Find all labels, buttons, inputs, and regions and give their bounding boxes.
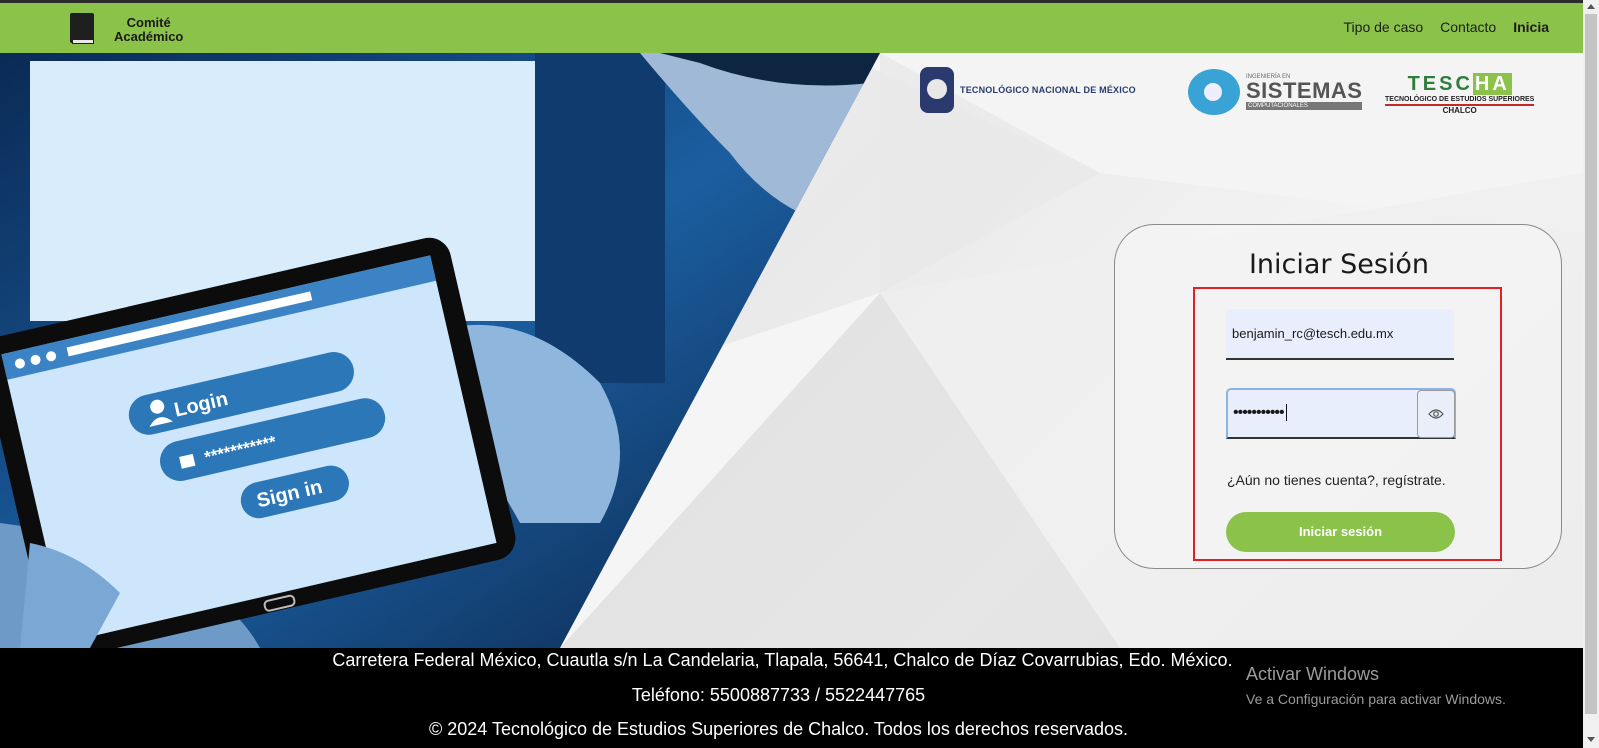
signup-link[interactable]: ¿Aún no tienes cuenta?, regístrate. [1227,472,1446,488]
brand-line-1: Comité [126,14,171,30]
login-title: Iniciar Sesión [1248,249,1430,280]
email-field[interactable]: benjamin_rc@tesch.edu.mx [1226,309,1454,360]
sistemas-gear-icon [1188,69,1240,115]
brand-name: Comité Académico [114,14,184,44]
scroll-down-icon[interactable] [1587,737,1595,742]
login-card: Iniciar Sesión benjamin_rc@tesch.edu.mx … [1114,224,1562,569]
login-form-highlight: benjamin_rc@tesch.edu.mx ••••••••••• ¿Aú… [1193,287,1502,561]
login-submit-button[interactable]: Iniciar sesión [1226,512,1455,552]
scroll-thumb[interactable] [1585,14,1597,714]
tecnm-gear-icon [920,67,954,113]
tescha-logo-name: TESC HA [1407,73,1512,95]
navbar: Comité Académico Tipo de caso Contacto I… [0,3,1583,53]
tescha-logo-line2: TECNOLÓGICO DE ESTUDIOS SUPERIORES [1385,96,1535,106]
windows-activation-watermark: Activar Windows Ve a Configuración para … [1246,664,1506,707]
sistemas-logo-sub: COMPUTACIONALES [1246,102,1363,110]
brand-line-2: Académico [114,28,184,44]
nav-link-contacto[interactable]: Contacto [1440,19,1496,35]
watermark-line-2: Ve a Configuración para activar Windows. [1246,691,1506,707]
tescha-logo-line3: CHALCO [1442,106,1477,115]
nav-links: Tipo de caso Contacto Inicia [1344,19,1549,35]
tescha-logo: TESC HA TECNOLÓGICO DE ESTUDIOS SUPERIORE… [1385,73,1535,115]
page: Comité Académico Tipo de caso Contacto I… [0,0,1583,748]
nav-link-tipo-de-caso[interactable]: Tipo de caso [1344,19,1424,35]
text-cursor [1285,404,1287,422]
tecnm-logo-text: TECNOLÓGICO NACIONAL DE MÉXICO [960,85,1136,95]
eye-icon [1428,409,1444,419]
vertical-scrollbar[interactable] [1583,0,1599,748]
hero-login-tablet-image: Login *********** Sign in [0,53,880,648]
brand-logo[interactable]: Comité Académico [68,13,183,46]
watermark-line-1: Activar Windows [1246,664,1380,684]
sistemas-logo: INGENIERÍA EN SISTEMAS COMPUTACIONALES [1188,69,1363,115]
book-icon [68,13,96,46]
footer: Carretera Federal México, Cuautla s/n La… [0,648,1583,748]
tecnm-logo: TECNOLÓGICO NACIONAL DE MÉXICO [920,67,1136,113]
nav-link-inicia[interactable]: Inicia [1513,19,1549,35]
password-mask: ••••••••••• [1233,404,1285,421]
scroll-up-icon[interactable] [1587,4,1595,9]
footer-copyright: © 2024 Tecnológico de Estudios Superiore… [428,719,1129,739]
toggle-password-button[interactable] [1417,390,1455,438]
sistemas-logo-main: SISTEMAS [1246,78,1363,103]
hero-section: Login *********** Sign in TECNOLÓGICO NA… [0,53,1583,648]
